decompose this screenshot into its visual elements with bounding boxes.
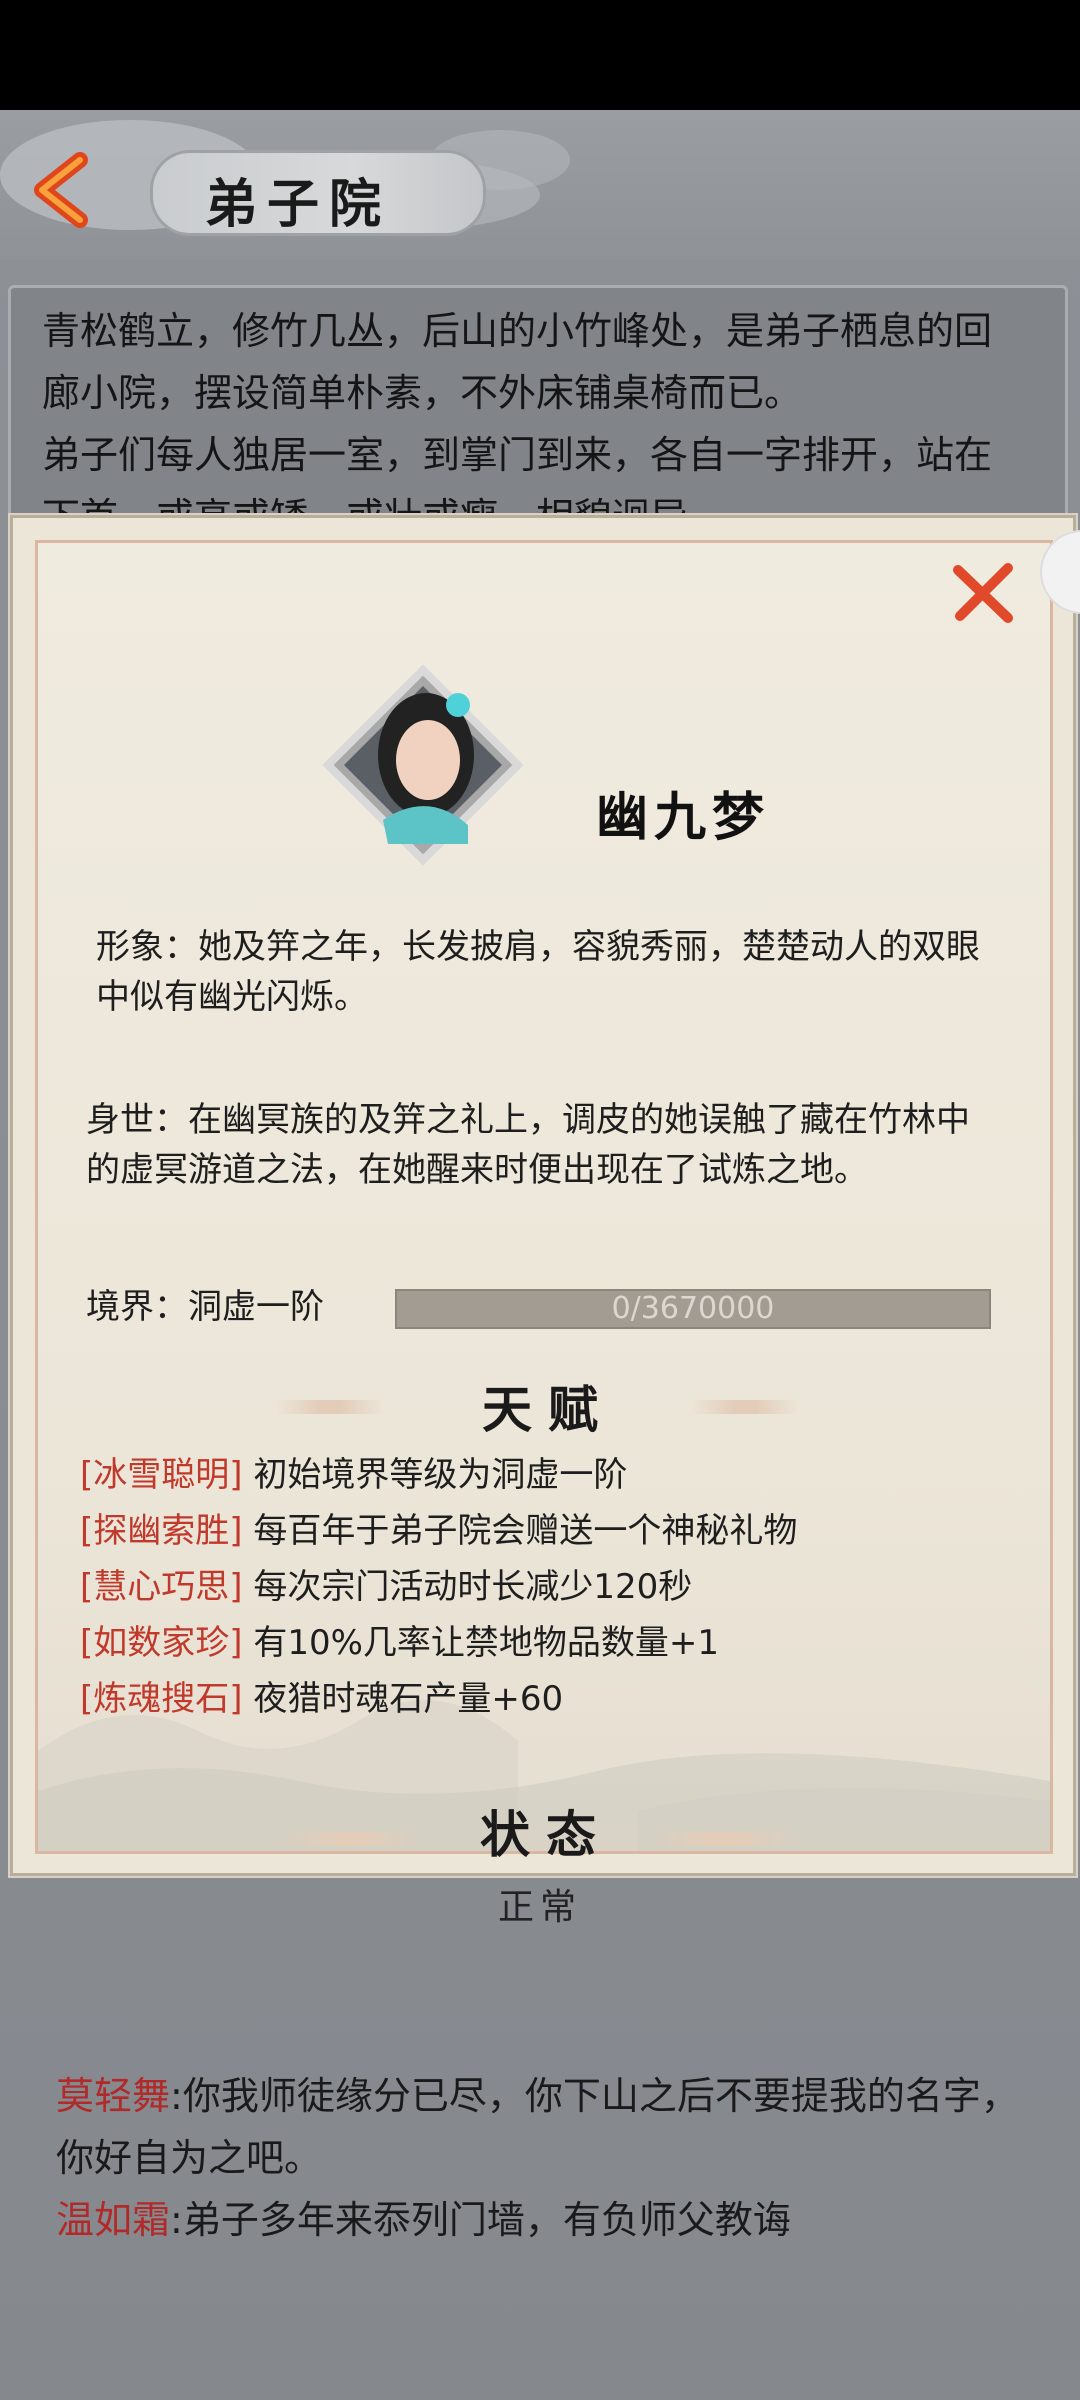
back-button[interactable]	[22, 150, 102, 230]
character-modal	[10, 515, 1076, 1876]
talent-row: [冰雪聪明] 初始境界等级为洞虚一阶	[80, 1450, 627, 1500]
chat-line: 温如霜:弟子多年来忝列门墙，有负师父教诲	[56, 2189, 1036, 2251]
talent-row: [探幽索胜] 每百年于弟子院会赠送一个神秘礼物	[80, 1506, 797, 1556]
flourish-left	[275, 1400, 385, 1414]
chat-line: 莫轻舞:你我师徒缘分已尽，你下山之后不要提我的名字，你好自为之吧。	[56, 2065, 1036, 2189]
talent-row: [炼魂搜石] 夜猎时魂石产量+60	[80, 1674, 563, 1724]
status-value: 正常	[497, 1887, 582, 1928]
talent-desc: 有10%几率让禁地物品数量+1	[253, 1623, 720, 1663]
description-text: 青松鹤立，修竹几丛，后山的小竹峰处，是弟子栖息的回廊小院，摆设简单朴素，不外床铺…	[42, 300, 1022, 548]
talent-name: [如数家珍]	[80, 1623, 243, 1663]
talent-desc: 每百年于弟子院会赠送一个神秘礼物	[253, 1511, 798, 1551]
talent-name: [冰雪聪明]	[80, 1455, 243, 1495]
flourish-left	[275, 1832, 425, 1846]
realm-label: 境界：洞虚一阶	[86, 1287, 324, 1327]
appearance-text: 形象：她及笄之年，长发披肩，容貌秀丽，楚楚动人的双眼中似有幽光闪烁。	[96, 927, 980, 1017]
talent-row: [慧心巧思] 每次宗门活动时长减少120秒	[80, 1562, 692, 1612]
chat-speaker: 莫轻舞	[56, 2074, 171, 2118]
character-name: 幽九梦	[596, 787, 771, 848]
close-x-icon	[953, 563, 1013, 623]
talent-desc: 每次宗门活动时长减少120秒	[253, 1567, 693, 1607]
flourish-right	[690, 1400, 800, 1414]
character-portrait	[318, 660, 528, 870]
chat-text: :弟子多年来忝列门墙，有负师父教诲	[170, 2198, 791, 2242]
talent-name: [慧心巧思]	[80, 1567, 243, 1607]
page-title: 弟子院	[205, 174, 392, 235]
avatar	[322, 664, 524, 866]
close-button[interactable]	[948, 558, 1018, 628]
status-title: 状态	[480, 1805, 612, 1864]
talent-row: [如数家珍] 有10%几率让禁地物品数量+1	[80, 1618, 719, 1668]
talent-desc: 夜猎时魂石产量+60	[253, 1679, 564, 1719]
talent-desc: 初始境界等级为洞虚一阶	[253, 1455, 628, 1495]
description-paragraph-1: 青松鹤立，修竹几丛，后山的小竹峰处，是弟子栖息的回廊小院，摆设简单朴素，不外床铺…	[42, 309, 993, 415]
talents-title: 天赋	[482, 1380, 614, 1439]
talent-name: [炼魂搜石]	[80, 1679, 243, 1719]
progress-text: 0/3670000	[611, 1291, 775, 1326]
background-text: 身世：在幽冥族的及笄之礼上，调皮的她误触了藏在竹林中的虚冥游道之法，在她醒来时便…	[86, 1100, 970, 1190]
cultivation-progress-bar: 0/3670000	[395, 1289, 991, 1329]
chat-speaker: 温如霜	[56, 2198, 171, 2242]
chat-text: :你我师徒缘分已尽，你下山之后不要提我的名字，你好自为之吧。	[56, 2074, 1019, 2180]
chevron-left-icon	[34, 152, 88, 228]
talent-name: [探幽索胜]	[80, 1511, 243, 1551]
flourish-right	[650, 1832, 800, 1846]
